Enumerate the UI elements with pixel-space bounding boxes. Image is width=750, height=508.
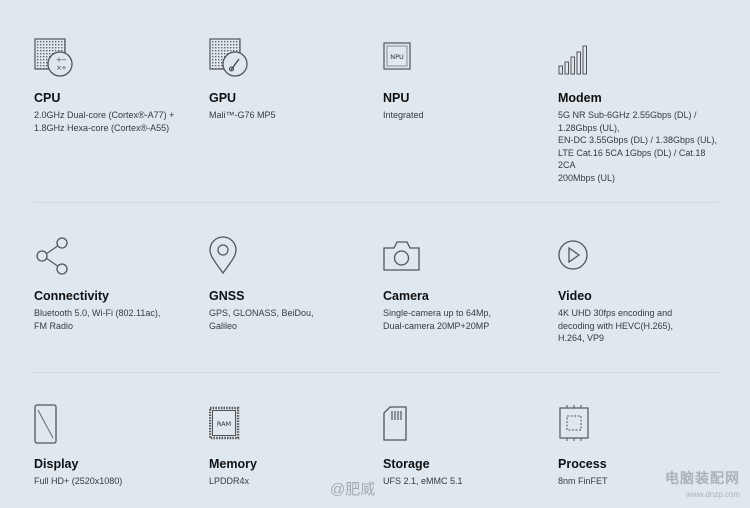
spec-title: GNSS <box>209 289 245 303</box>
spec-video: Video 4K UHD 30fps encoding and decoding… <box>558 236 728 345</box>
spec-gpu: GPU Mali™-G76 MP5 <box>209 38 379 122</box>
spec-title: Memory <box>209 457 257 471</box>
ram-chip-icon: RAM <box>209 404 249 444</box>
location-pin-icon <box>209 236 249 276</box>
play-circle-icon <box>558 236 598 276</box>
cpu-chip-icon: + − × ÷ <box>34 38 74 78</box>
spec-title: NPU <box>383 91 410 105</box>
sd-card-icon <box>383 404 423 444</box>
svg-text:÷: ÷ <box>61 64 67 72</box>
spec-sheet: + − × ÷ CPU 2.0GHz Dual-core (Cortex®-A7… <box>0 0 750 508</box>
spec-display: Display Full HD+ (2520x1080) <box>34 404 204 488</box>
npu-chip-icon: NPU <box>383 38 423 78</box>
spec-title: Modem <box>558 91 602 105</box>
phone-display-icon <box>34 404 74 444</box>
spec-connectivity: Connectivity Bluetooth 5.0, Wi-Fi (802.1… <box>34 236 204 332</box>
spec-memory: RAM Memory LPDDR4x <box>209 404 379 488</box>
spec-gnss: GNSS GPS, GLONASS, BeiDou, Galileo <box>209 236 379 332</box>
camera-icon <box>383 236 423 276</box>
spec-title: Camera <box>383 289 429 303</box>
spec-description: Single-camera up to 64Mp, Dual-camera 20… <box>383 308 492 331</box>
signal-bars-icon <box>558 38 598 78</box>
gpu-chip-icon <box>209 38 249 78</box>
spec-storage: Storage UFS 2.1, eMMC 5.1 <box>383 404 553 488</box>
site-watermark-url: www.dnzp.com <box>686 490 740 499</box>
spec-description: 2.0GHz Dual-core (Cortex®-A77) + 1.8GHz … <box>34 110 175 133</box>
spec-title: Connectivity <box>34 289 110 303</box>
site-watermark: 电脑装配网 www.dnzp.com <box>665 468 740 499</box>
spec-description: Full HD+ (2520x1080) <box>34 476 123 486</box>
spec-title: GPU <box>209 91 237 105</box>
spec-title: CPU <box>34 91 61 105</box>
spec-cpu: + − × ÷ CPU 2.0GHz Dual-core (Cortex®-A7… <box>34 38 204 134</box>
svg-text:−: − <box>61 56 67 64</box>
weibo-watermark: @肥威 <box>330 481 376 498</box>
spec-description: UFS 2.1, eMMC 5.1 <box>383 476 463 486</box>
spec-description: GPS, GLONASS, BeiDou, Galileo <box>209 308 314 331</box>
share-icon <box>34 236 74 276</box>
spec-description: Integrated <box>383 110 424 120</box>
spec-npu: NPU NPU Integrated <box>383 38 553 122</box>
process-chip-icon <box>558 404 598 444</box>
site-watermark-name: 电脑装配网 <box>665 470 740 486</box>
spec-modem: Modem 5G NR Sub-6GHz 2.55Gbps (DL) / 1.2… <box>558 38 728 184</box>
row-divider <box>34 202 718 203</box>
spec-description: 4K UHD 30fps encoding and decoding with … <box>558 308 674 343</box>
spec-camera: Camera Single-camera up to 64Mp, Dual-ca… <box>383 236 553 332</box>
spec-title: Display <box>34 457 79 471</box>
spec-description: Mali™-G76 MP5 <box>209 110 276 120</box>
spec-description: 5G NR Sub-6GHz 2.55Gbps (DL) / 1.28Gbps … <box>558 110 718 183</box>
npu-icon-label: NPU <box>390 53 404 61</box>
ram-icon-label: RAM <box>217 420 231 428</box>
row-divider <box>34 372 718 373</box>
spec-description: Bluetooth 5.0, Wi-Fi (802.11ac), FM Radi… <box>34 308 161 331</box>
spec-title: Storage <box>383 457 430 471</box>
spec-title: Video <box>558 289 592 303</box>
